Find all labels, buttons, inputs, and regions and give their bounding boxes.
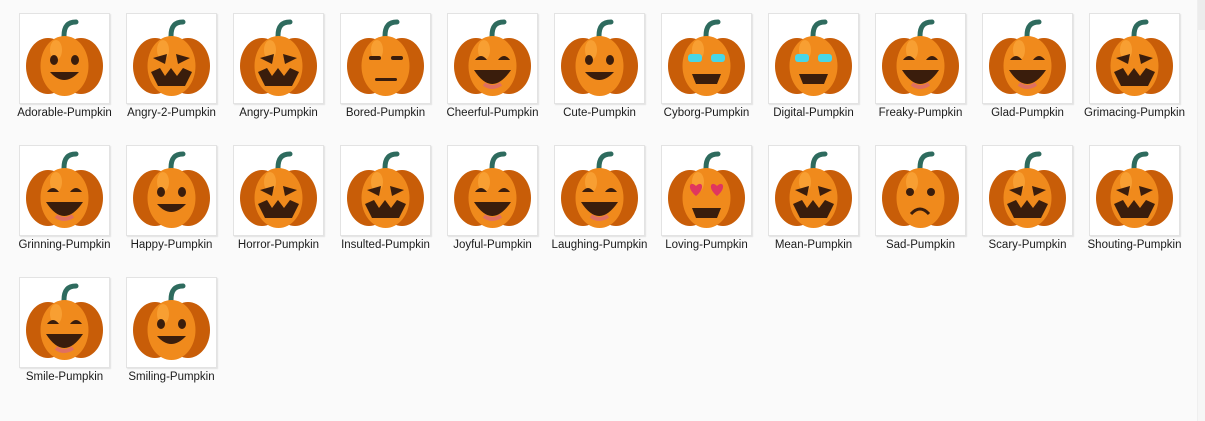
thumbnail[interactable] <box>768 145 859 236</box>
file-tile[interactable]: Loving-Pumpkin <box>655 142 762 274</box>
file-name-label[interactable]: Joyful-Pumpkin <box>441 238 544 253</box>
file-tile[interactable]: Cheerful-Pumpkin <box>441 10 548 142</box>
file-name-label[interactable]: Angry-2-Pumpkin <box>120 106 223 121</box>
file-tile[interactable]: Grinning-Pumpkin <box>13 142 120 274</box>
scrollbar-thumb[interactable] <box>1198 0 1205 30</box>
file-tile[interactable]: Freaky-Pumpkin <box>869 10 976 142</box>
thumbnail[interactable] <box>340 13 431 104</box>
thumbnail[interactable] <box>233 13 324 104</box>
thumbnail[interactable] <box>554 145 645 236</box>
thumbnail[interactable] <box>19 145 110 236</box>
file-name-label[interactable]: Shouting-Pumpkin <box>1083 238 1186 253</box>
file-tile[interactable]: Angry-2-Pumpkin <box>120 10 227 142</box>
file-name-label[interactable]: Insulted-Pumpkin <box>334 238 437 253</box>
thumbnail[interactable] <box>233 145 324 236</box>
file-tile[interactable]: Horror-Pumpkin <box>227 142 334 274</box>
file-tile[interactable]: Angry-Pumpkin <box>227 10 334 142</box>
thumbnail[interactable] <box>126 277 217 368</box>
file-name-label[interactable]: Loving-Pumpkin <box>655 238 758 253</box>
file-name-label[interactable]: Scary-Pumpkin <box>976 238 1079 253</box>
file-name-label[interactable]: Glad-Pumpkin <box>976 106 1079 121</box>
file-name-label[interactable]: Digital-Pumpkin <box>762 106 865 121</box>
file-name-label[interactable]: Sad-Pumpkin <box>869 238 972 253</box>
file-tile[interactable]: Adorable-Pumpkin <box>13 10 120 142</box>
file-name-label[interactable]: Bored-Pumpkin <box>334 106 437 121</box>
thumbnail[interactable] <box>447 145 538 236</box>
thumbnail[interactable] <box>126 13 217 104</box>
file-name-label[interactable]: Smile-Pumpkin <box>13 370 116 385</box>
file-tile[interactable]: Bored-Pumpkin <box>334 10 441 142</box>
file-name-label[interactable]: Grimacing-Pumpkin <box>1083 106 1186 121</box>
file-tile[interactable]: Grimacing-Pumpkin <box>1083 10 1190 142</box>
thumbnail[interactable] <box>447 13 538 104</box>
file-name-label[interactable]: Cheerful-Pumpkin <box>441 106 544 121</box>
file-name-label[interactable]: Happy-Pumpkin <box>120 238 223 253</box>
thumbnail[interactable] <box>19 277 110 368</box>
file-grid: Adorable-Pumpkin Angry-2-Pumpkin Angry-P… <box>13 10 1203 406</box>
file-tile[interactable]: Scary-Pumpkin <box>976 142 1083 274</box>
vertical-scrollbar[interactable] <box>1197 0 1205 421</box>
file-tile[interactable]: Smiling-Pumpkin <box>120 274 227 406</box>
thumbnail[interactable] <box>982 13 1073 104</box>
file-tile[interactable]: Shouting-Pumpkin <box>1083 142 1190 274</box>
thumbnail[interactable] <box>875 145 966 236</box>
file-name-label[interactable]: Laughing-Pumpkin <box>548 238 651 253</box>
file-tile[interactable]: Smile-Pumpkin <box>13 274 120 406</box>
file-name-label[interactable]: Smiling-Pumpkin <box>120 370 223 385</box>
thumbnail[interactable] <box>661 13 752 104</box>
thumbnail[interactable] <box>126 145 217 236</box>
file-tile[interactable]: Cyborg-Pumpkin <box>655 10 762 142</box>
thumbnail[interactable] <box>1089 13 1180 104</box>
thumbnail[interactable] <box>1089 145 1180 236</box>
file-tile[interactable]: Insulted-Pumpkin <box>334 142 441 274</box>
file-name-label[interactable]: Horror-Pumpkin <box>227 238 330 253</box>
thumbnail[interactable] <box>768 13 859 104</box>
file-tile[interactable]: Cute-Pumpkin <box>548 10 655 142</box>
thumbnail[interactable] <box>554 13 645 104</box>
thumbnail[interactable] <box>19 13 110 104</box>
file-name-label[interactable]: Mean-Pumpkin <box>762 238 865 253</box>
file-name-label[interactable]: Grinning-Pumpkin <box>13 238 116 253</box>
file-name-label[interactable]: Angry-Pumpkin <box>227 106 330 121</box>
file-name-label[interactable]: Cyborg-Pumpkin <box>655 106 758 121</box>
thumbnail[interactable] <box>661 145 752 236</box>
file-tile[interactable]: Joyful-Pumpkin <box>441 142 548 274</box>
file-tile[interactable]: Sad-Pumpkin <box>869 142 976 274</box>
file-tile[interactable]: Digital-Pumpkin <box>762 10 869 142</box>
file-name-label[interactable]: Cute-Pumpkin <box>548 106 651 121</box>
file-tile[interactable]: Happy-Pumpkin <box>120 142 227 274</box>
file-tile[interactable]: Mean-Pumpkin <box>762 142 869 274</box>
file-tile[interactable]: Laughing-Pumpkin <box>548 142 655 274</box>
thumbnail[interactable] <box>875 13 966 104</box>
file-tile[interactable]: Glad-Pumpkin <box>976 10 1083 142</box>
file-name-label[interactable]: Freaky-Pumpkin <box>869 106 972 121</box>
thumbnail[interactable] <box>982 145 1073 236</box>
file-name-label[interactable]: Adorable-Pumpkin <box>13 106 116 121</box>
thumbnail[interactable] <box>340 145 431 236</box>
